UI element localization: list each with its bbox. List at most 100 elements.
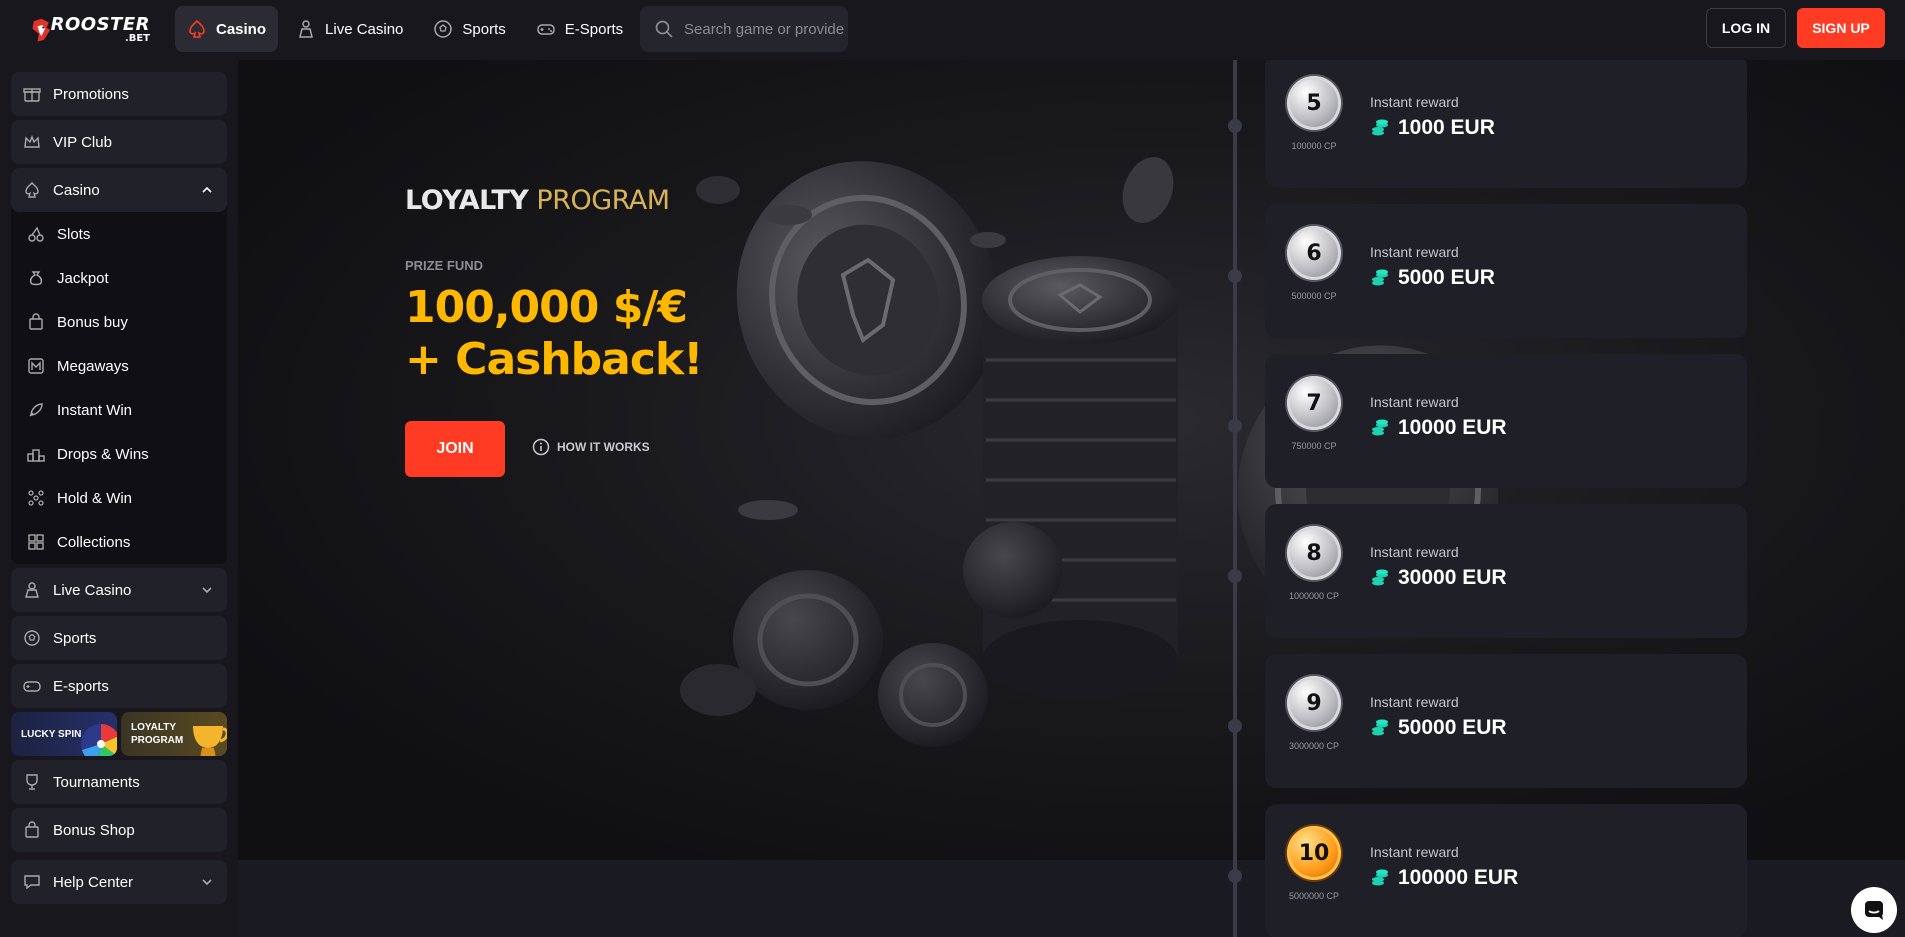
how-it-works-link[interactable]: HOW IT WORKS — [532, 438, 650, 456]
sidebar-sub-drops-wins[interactable]: Drops & Wins — [11, 432, 227, 476]
level-cp: 750000 CP — [1291, 441, 1337, 451]
timeline-dot — [1228, 869, 1242, 883]
sidebar-item-help-center[interactable]: Help Center — [11, 860, 227, 904]
crown-icon — [24, 135, 40, 148]
coins-icon — [1372, 419, 1388, 436]
reward-label: Instant reward — [1370, 94, 1459, 110]
search-input[interactable] — [684, 20, 844, 38]
sidebar-item-sports[interactable]: Sports — [11, 616, 227, 660]
live-chat-button[interactable] — [1851, 887, 1897, 933]
sidebar-sub-label: Collections — [57, 533, 131, 551]
sidebar-sub-instant-win[interactable]: Instant Win — [11, 388, 227, 432]
reward-amount: 5000 EUR — [1370, 266, 1495, 290]
lucky-spin-label: LUCKY SPIN — [21, 728, 82, 740]
sidebar-sub-hold-win[interactable]: Hold & Win — [11, 476, 227, 520]
sidebar-sub-slots[interactable]: Slots — [11, 212, 227, 256]
shopping-bag-icon — [25, 821, 39, 838]
reward-label: Instant reward — [1370, 694, 1459, 710]
sidebar-sub-label: Bonus buy — [57, 313, 128, 331]
sidebar-item-label: VIP Club — [53, 133, 112, 151]
sidebar-sub-label: Drops & Wins — [57, 445, 149, 463]
reward-value: 1000 EUR — [1398, 116, 1495, 139]
trophy-cup-icon — [193, 726, 227, 756]
timeline-dot — [1228, 119, 1242, 133]
sidebar-sub-label: Instant Win — [57, 401, 133, 419]
coins-icon — [1372, 269, 1388, 286]
join-button[interactable]: JOIN — [405, 421, 505, 477]
sidebar-sub-label: Jackpot — [57, 269, 109, 287]
sidebar-item-casino[interactable]: Casino — [11, 168, 227, 212]
sidebar-sub-jackpot[interactable]: Jackpot — [11, 256, 227, 300]
timeline-dot — [1228, 419, 1242, 433]
prize-line-1: 100,000 $/€ — [405, 282, 688, 333]
sidebar-item-bonus-shop[interactable]: Bonus Shop — [11, 808, 227, 852]
sidebar-item-label: Casino — [53, 181, 100, 199]
nav-esports[interactable]: E-Sports — [524, 6, 635, 52]
coins-icon — [1372, 869, 1388, 886]
sidebar-item-esports[interactable]: E-sports — [11, 664, 227, 708]
loyalty-program-tile[interactable]: LOYALTY PROGRAM — [121, 712, 227, 756]
level-card: 5 100000 CP Instant reward 1000 EUR — [1265, 60, 1747, 188]
info-icon — [532, 438, 550, 456]
reward-amount: 1000 EUR — [1370, 116, 1495, 140]
sidebar-sub-label: Slots — [57, 225, 91, 243]
signup-button[interactable]: SIGN UP — [1797, 8, 1885, 48]
sidebar: Promotions VIP Club Casino Slots Jackpot… — [0, 60, 238, 937]
loyalty-tile-line2: PROGRAM — [131, 735, 184, 746]
level-card: 6 500000 CP Instant reward 5000 EUR — [1265, 204, 1747, 338]
nav-live-casino-label: Live Casino — [325, 20, 404, 38]
reward-amount: 30000 EUR — [1370, 566, 1507, 590]
reward-amount: 10000 EUR — [1370, 416, 1507, 440]
search-box[interactable] — [640, 6, 848, 52]
level-badge: 6 — [1287, 226, 1341, 280]
reward-amount: 100000 EUR — [1370, 866, 1518, 890]
nav-casino[interactable]: Casino — [175, 6, 279, 52]
trophy-icon — [26, 774, 38, 790]
prize-fund-amount: 100,000 $/€ + Cashback! — [405, 282, 703, 386]
nav-casino-label: Casino — [216, 20, 267, 38]
rooster-logo[interactable]: ROOSTER .BET — [30, 8, 150, 52]
reward-value: 10000 EUR — [1398, 416, 1507, 439]
rocket-icon — [29, 403, 43, 417]
lucky-spin-tile[interactable]: LUCKY SPIN — [11, 712, 117, 756]
nav-live-casino[interactable]: Live Casino — [284, 6, 415, 52]
chevron-down-icon[interactable] — [201, 584, 213, 596]
sidebar-item-label: Live Casino — [53, 581, 132, 599]
loyalty-tile-label: LOYALTY PROGRAM — [131, 721, 183, 747]
cherry-icon — [28, 226, 44, 242]
prize-fund-label: PRIZE FUND — [405, 258, 483, 273]
sidebar-sub-bonus-buy[interactable]: Bonus buy — [11, 300, 227, 344]
reward-label: Instant reward — [1370, 844, 1459, 860]
timeline-dot — [1228, 719, 1242, 733]
main-nav: Casino Live Casino Sports E-Sports — [175, 6, 635, 52]
level-cp: 3000000 CP — [1288, 741, 1340, 751]
gamepad-icon — [537, 24, 555, 35]
nav-sports[interactable]: Sports — [421, 6, 517, 52]
chevron-down-icon[interactable] — [201, 876, 213, 888]
logo-suffix: .BET — [124, 33, 150, 44]
prize-line-2: + Cashback! — [405, 334, 703, 385]
dots-grid-icon — [28, 490, 44, 506]
coins-icon — [1372, 719, 1388, 736]
sidebar-item-live-casino[interactable]: Live Casino — [11, 568, 227, 612]
chevron-up-icon[interactable] — [201, 184, 213, 196]
gamepad-icon — [23, 681, 41, 692]
level-badge: 8 — [1287, 526, 1341, 580]
sidebar-item-label: E-sports — [53, 677, 109, 695]
casino-submenu: Casino Slots Jackpot Bonus buy Megaways … — [11, 168, 227, 564]
reward-amount: 50000 EUR — [1370, 716, 1507, 740]
sidebar-item-vip-club[interactable]: VIP Club — [11, 120, 227, 164]
soccer-ball-icon — [24, 630, 40, 646]
sidebar-item-tournaments[interactable]: Tournaments — [11, 760, 227, 804]
sidebar-item-label: Promotions — [53, 85, 129, 103]
login-button[interactable]: LOG IN — [1706, 8, 1786, 48]
level-cp: 5000000 CP — [1288, 891, 1340, 901]
sidebar-sub-megaways[interactable]: Megaways — [11, 344, 227, 388]
spade-icon — [189, 19, 205, 38]
level-badge: 7 — [1287, 376, 1341, 430]
sidebar-item-promotions[interactable]: Promotions — [11, 72, 227, 116]
level-card: 7 750000 CP Instant reward 10000 EUR — [1265, 354, 1747, 488]
sidebar-sub-collections[interactable]: Collections — [11, 520, 227, 564]
money-bag-icon — [29, 271, 43, 286]
loyalty-title-word1: LOYALTY — [405, 185, 529, 216]
